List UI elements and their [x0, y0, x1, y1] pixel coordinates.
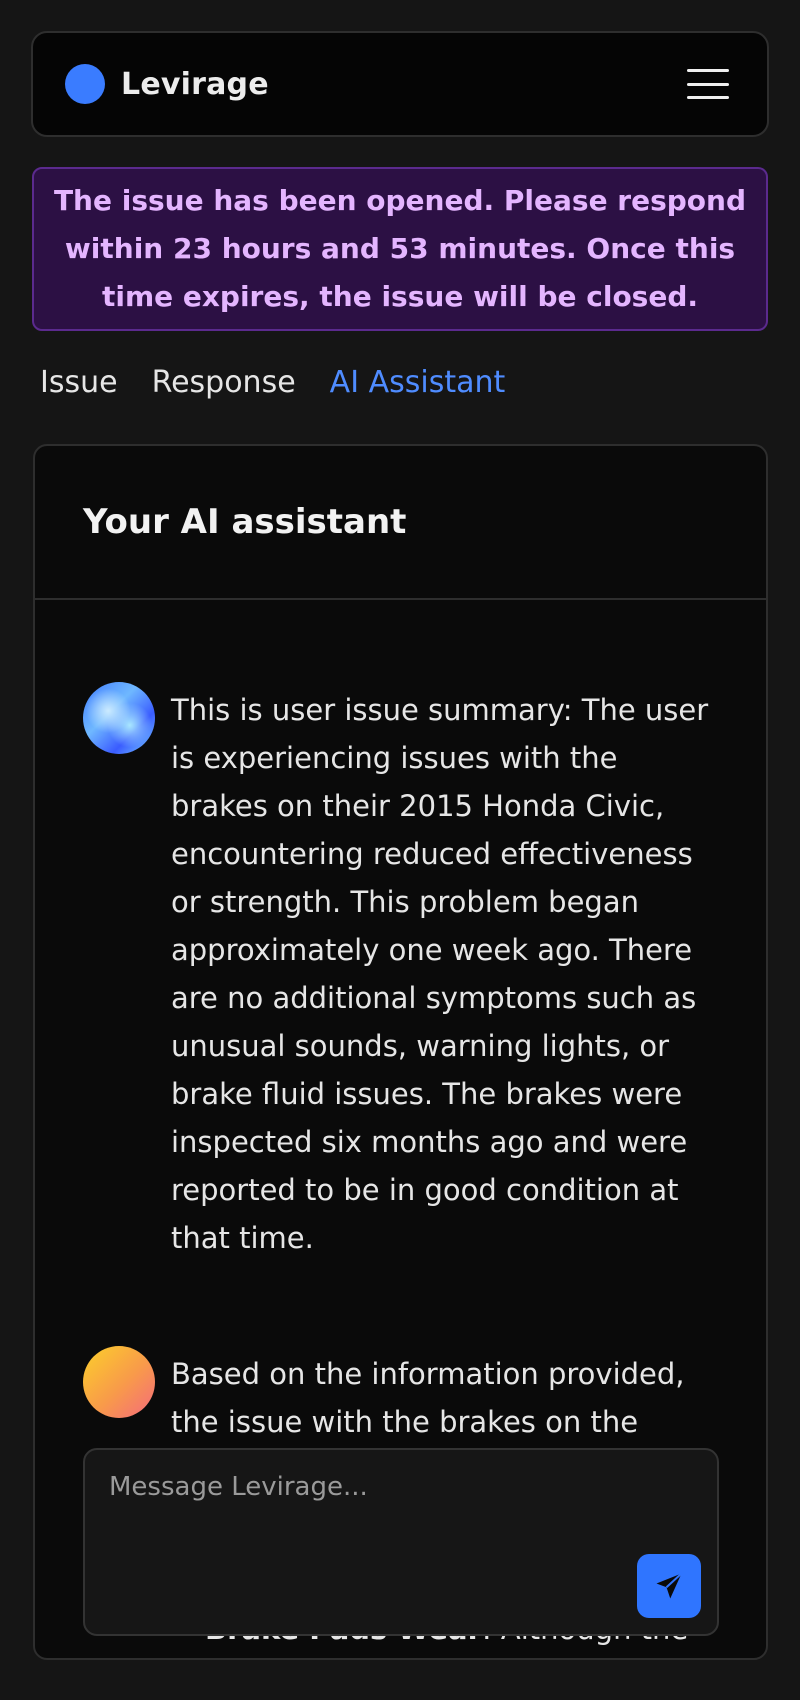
- logo-icon: [65, 64, 105, 104]
- ai-assistant-panel: Your AI assistant This is user issue sum…: [33, 444, 768, 1660]
- tab-response[interactable]: Response: [152, 365, 296, 400]
- send-icon: [656, 1572, 683, 1599]
- message-text: This is user issue summary: The user is …: [171, 693, 709, 1255]
- hamburger-icon[interactable]: [687, 69, 729, 99]
- panel-title: Your AI assistant: [83, 502, 407, 542]
- tab-issue[interactable]: Issue: [40, 365, 118, 400]
- brand[interactable]: Levirage: [65, 64, 269, 104]
- panel-header: Your AI assistant: [35, 446, 766, 600]
- chat-message-ai: This is user issue summary: The user is …: [83, 682, 721, 1262]
- issue-timer-banner: The issue has been opened. Please respon…: [32, 167, 768, 331]
- brand-name: Levirage: [121, 66, 269, 102]
- tab-bar: Issue Response AI Assistant: [40, 365, 505, 400]
- send-button[interactable]: [637, 1554, 701, 1618]
- top-header: Levirage: [31, 31, 769, 137]
- ai-avatar: [83, 682, 155, 754]
- user-avatar: [83, 1346, 155, 1418]
- message-input[interactable]: [109, 1472, 669, 1532]
- message-composer: [83, 1448, 719, 1636]
- tab-ai-assistant[interactable]: AI Assistant: [330, 365, 506, 400]
